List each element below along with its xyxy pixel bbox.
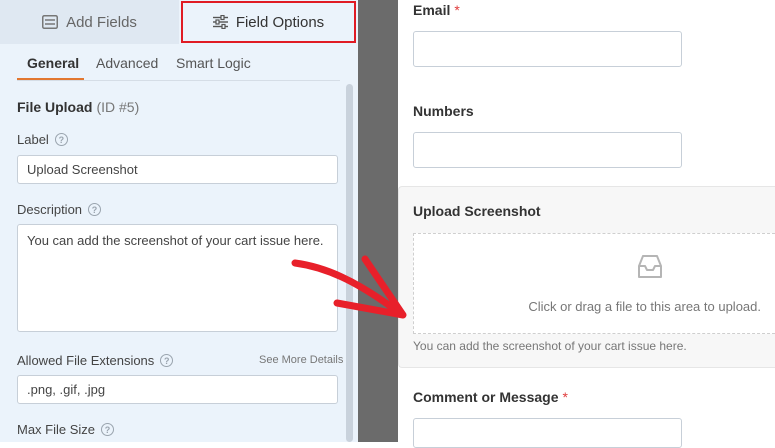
subtab-smart-logic[interactable]: Smart Logic — [176, 55, 251, 71]
required-mark: * — [562, 389, 568, 405]
drop-zone-text: Click or drag a file to this area to upl… — [528, 299, 761, 314]
required-mark: * — [454, 2, 460, 18]
email-label-text: Email — [413, 2, 451, 18]
file-drop-zone[interactable]: Click or drag a file to this area to upl… — [413, 233, 775, 334]
field-title: File Upload (ID #5) — [17, 99, 139, 115]
max-file-size-caption: Max File Size ? — [17, 422, 115, 437]
field-options-panel: Add Fields Field Options General Advance… — [0, 0, 358, 442]
numbers-label: Numbers — [413, 103, 474, 119]
numbers-input[interactable] — [413, 132, 682, 168]
help-icon[interactable]: ? — [160, 354, 174, 367]
sub-tabs: General Advanced Smart Logic — [0, 44, 358, 81]
form-preview: Email * Numbers Upload Screenshot Click o… — [398, 0, 775, 448]
extensions-input[interactable]: .png, .gif, .jpg — [17, 375, 338, 404]
panel-divider — [358, 0, 398, 442]
subtab-advanced[interactable]: Advanced — [96, 55, 158, 71]
sliders-icon — [212, 15, 228, 29]
red-arrow — [291, 255, 407, 319]
extensions-caption: Allowed File Extensions ? — [17, 353, 174, 368]
description-textarea-value: You can add the screenshot of your cart … — [27, 233, 324, 248]
email-input[interactable] — [413, 31, 682, 67]
label-input-value: Upload Screenshot — [27, 162, 138, 177]
extensions-caption-text: Allowed File Extensions — [17, 353, 155, 368]
help-icon[interactable]: ? — [101, 423, 115, 436]
panel-tabs: Add Fields Field Options — [0, 0, 358, 44]
email-label: Email * — [413, 2, 460, 18]
comment-label-text: Comment or Message — [413, 389, 559, 405]
max-file-size-caption-text: Max File Size — [17, 422, 96, 437]
tab-add-fields[interactable]: Add Fields — [0, 0, 179, 44]
extensions-input-value: .png, .gif, .jpg — [27, 382, 106, 397]
inbox-icon — [636, 254, 664, 285]
description-caption: Description ? — [17, 202, 102, 217]
see-more-details-link[interactable]: See More Details — [259, 354, 343, 366]
field-id: (ID #5) — [96, 99, 140, 115]
label-caption-text: Label — [17, 132, 49, 147]
subtab-general[interactable]: General — [27, 55, 79, 71]
list-icon — [42, 15, 59, 29]
subtabs-divider — [17, 80, 340, 81]
tab-add-fields-label: Add Fields — [66, 13, 137, 31]
upload-description: You can add the screenshot of your cart … — [413, 339, 687, 353]
tab-field-options-label: Field Options — [235, 13, 325, 31]
help-icon[interactable]: ? — [54, 133, 68, 146]
description-caption-text: Description — [17, 202, 83, 217]
label-caption: Label ? — [17, 132, 68, 147]
tab-field-options[interactable]: Field Options — [181, 1, 356, 43]
label-input[interactable]: Upload Screenshot — [17, 155, 338, 184]
field-type: File Upload — [17, 99, 93, 115]
help-icon[interactable]: ? — [88, 203, 102, 216]
comment-label: Comment or Message * — [413, 389, 568, 405]
comment-input[interactable] — [413, 418, 682, 448]
upload-label: Upload Screenshot — [413, 203, 541, 219]
